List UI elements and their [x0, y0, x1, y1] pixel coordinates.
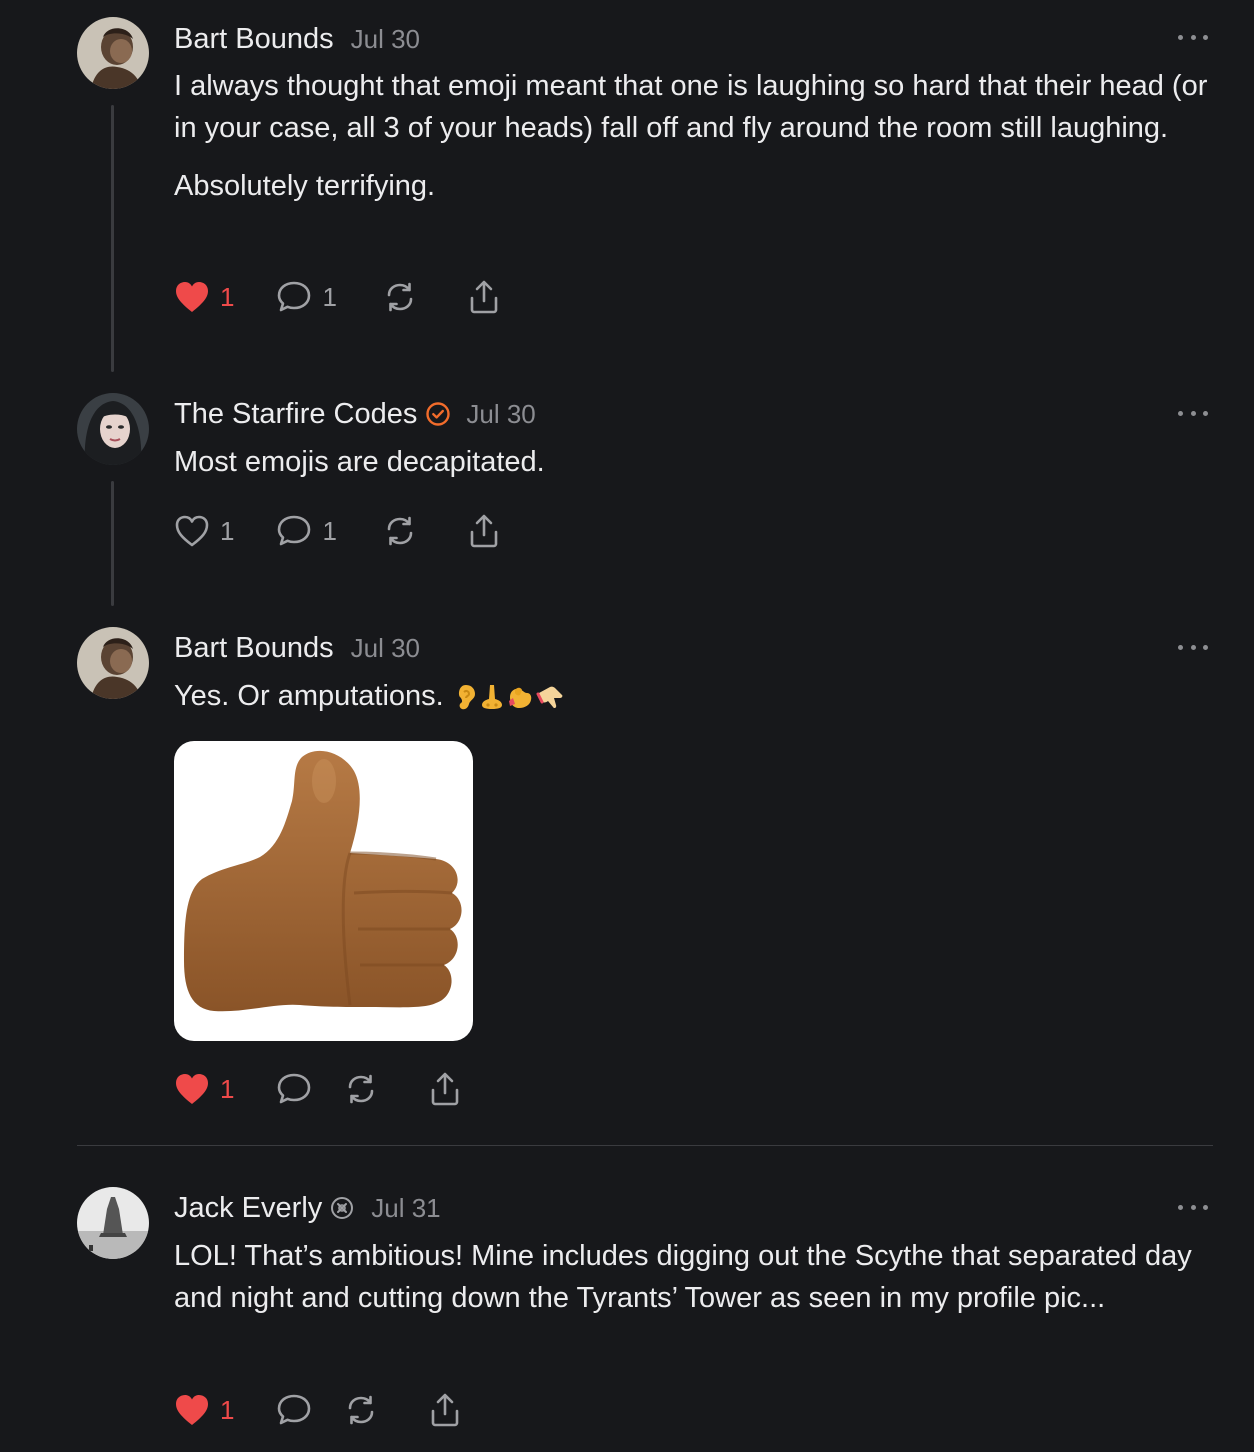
- comment-paragraph: Yes. Or amputations.: [174, 675, 1224, 717]
- restack-button[interactable]: [383, 514, 417, 548]
- emoji-group: [454, 683, 564, 711]
- comment-button[interactable]: 1: [276, 514, 337, 548]
- comment-count: 1: [322, 515, 337, 546]
- flexed-arm-emoji-icon: [508, 688, 532, 709]
- comment-button[interactable]: 1: [276, 280, 337, 314]
- comment-paragraph: Most emojis are decapitated.: [174, 446, 545, 478]
- heart-icon: [176, 282, 208, 312]
- restack-icon: [349, 1074, 374, 1104]
- comment-header: Jack Everly Jul 31: [174, 1189, 441, 1227]
- share-button[interactable]: [467, 513, 501, 549]
- author-name[interactable]: Bart Bounds: [174, 632, 334, 665]
- verified-badge-icon: [425, 401, 451, 427]
- comment-date[interactable]: Jul 30: [351, 633, 420, 664]
- heart-icon: [176, 1074, 208, 1104]
- comment-header: The Starfire Codes Jul 30: [174, 395, 536, 433]
- comment-date[interactable]: Jul 30: [466, 399, 535, 430]
- comment-paragraph: Absolutely terrifying.: [174, 170, 436, 202]
- comment-button[interactable]: [276, 1393, 312, 1427]
- restack-icon: [387, 516, 413, 546]
- comment-button[interactable]: [276, 1072, 312, 1106]
- heart-icon: [175, 515, 209, 547]
- heart-icon: [176, 1395, 208, 1425]
- comment-actions: 1: [174, 1069, 462, 1109]
- like-button[interactable]: 1: [174, 1072, 234, 1106]
- like-count: 1: [220, 515, 235, 546]
- author-name[interactable]: Jack Everly: [174, 1192, 322, 1225]
- share-icon: [470, 280, 498, 314]
- avatar-jack-everly[interactable]: [77, 1187, 149, 1259]
- like-count: 1: [220, 1073, 235, 1104]
- comment-actions: 1 1: [174, 277, 501, 317]
- restack-button[interactable]: [344, 1072, 378, 1106]
- comment-icon: [278, 1073, 311, 1104]
- thumbs-up-image[interactable]: [174, 741, 473, 1041]
- thread-line: [111, 481, 114, 606]
- like-count: 1: [220, 281, 235, 312]
- comment-icon: [278, 515, 311, 546]
- comment-icon: [278, 1394, 311, 1425]
- share-icon: [432, 1393, 459, 1427]
- thread-line: [111, 105, 114, 372]
- comment-body: Yes. Or amputations.: [174, 675, 1224, 717]
- more-options-icon[interactable]: [1178, 641, 1208, 653]
- hand-emoji-icon: [536, 686, 563, 709]
- avatar-starfire-codes[interactable]: [77, 393, 149, 465]
- comment-count: 1: [322, 281, 337, 312]
- comment-body: LOL! That’s ambitious! Mine includes dig…: [174, 1235, 1214, 1319]
- author-name[interactable]: The Starfire Codes: [174, 398, 417, 431]
- comment-date[interactable]: Jul 31: [371, 1193, 440, 1224]
- comment-header: Bart Bounds Jul 30: [174, 629, 420, 667]
- more-options-icon[interactable]: [1178, 31, 1208, 43]
- author-name[interactable]: Bart Bounds: [174, 23, 334, 56]
- share-button[interactable]: [467, 279, 501, 315]
- comment-date[interactable]: Jul 30: [351, 24, 420, 55]
- subscriber-badge-icon: [330, 1196, 354, 1220]
- ear-emoji-icon: [458, 685, 475, 710]
- share-icon: [470, 514, 498, 548]
- avatar-bart-bounds[interactable]: [77, 627, 149, 699]
- thread-divider: [77, 1145, 1213, 1146]
- share-button[interactable]: [428, 1392, 462, 1428]
- like-count: 1: [220, 1394, 235, 1425]
- restack-button[interactable]: [344, 1393, 378, 1427]
- comment-icon: [278, 281, 311, 312]
- like-button[interactable]: 1: [174, 514, 234, 548]
- share-icon: [432, 1072, 459, 1106]
- restack-icon: [387, 282, 413, 312]
- nose-emoji-icon: [481, 685, 502, 710]
- comment-body: Most emojis are decapitated.: [174, 441, 1224, 483]
- more-options-icon[interactable]: [1178, 1201, 1208, 1213]
- comment-text: Yes. Or amputations.: [174, 680, 444, 712]
- like-button[interactable]: 1: [174, 1393, 234, 1427]
- comment-actions: 1 1: [174, 511, 501, 551]
- comment-paragraph: I always thought that emoji meant that o…: [174, 70, 1208, 144]
- more-options-icon[interactable]: [1178, 407, 1208, 419]
- thumbs-up-emoji-image: [184, 750, 462, 1012]
- comment-paragraph: LOL! That’s ambitious! Mine includes dig…: [174, 1240, 1192, 1314]
- restack-icon: [349, 1395, 374, 1425]
- like-button[interactable]: 1: [174, 280, 234, 314]
- share-button[interactable]: [428, 1071, 462, 1107]
- comment-actions: 1: [174, 1390, 462, 1430]
- avatar-bart-bounds[interactable]: [77, 17, 149, 89]
- restack-button[interactable]: [383, 280, 417, 314]
- comment-body: I always thought that emoji meant that o…: [174, 65, 1224, 207]
- comment-header: Bart Bounds Jul 30: [174, 20, 420, 58]
